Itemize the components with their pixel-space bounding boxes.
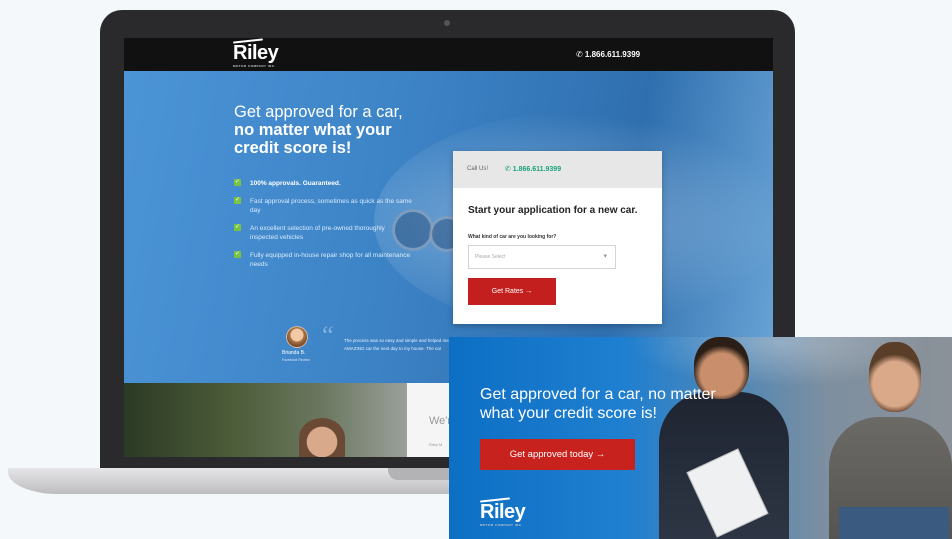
ad-title: Get approved for a car, no matter what y… [480,386,716,422]
logo-brand: Riley [480,501,526,523]
feature-item: ✓ 100% approvals. Guaranteed. [234,179,414,188]
get-approved-button[interactable]: Get approved today → [480,439,635,470]
chevron-down-icon: ▾ [603,253,607,260]
person-photo [299,418,345,457]
feature-item: ✓ Fast approval process, sometimes as qui… [234,197,414,215]
car-type-label: What kind of car are you looking for? [468,234,557,240]
hero-title-bold: no matter what your credit score is! [234,121,392,157]
ad-logo[interactable]: Riley MOTOR COMPANY INC. [479,497,526,527]
section-subtext: Riley M [429,442,443,447]
customer-head-photo [869,342,921,412]
application-form-card: Call Us! ✆ 1.866.611.9399 Start your app… [453,151,662,324]
feature-text: Fully equipped in-house repair shop for … [250,252,411,268]
feature-item: ✓ An excellent selection of pre-owned tho… [234,224,414,242]
check-icon: ✓ [234,251,241,258]
lower-photo [124,383,407,457]
call-phone-link[interactable]: ✆ 1.866.611.9399 [505,165,561,173]
call-label: Call Us! [467,166,489,172]
customer-jeans [839,507,949,539]
reviewer-name: Brianda B. [282,350,306,356]
hero-title-line: Get approved for a car, [234,103,403,121]
logo-tagline: MOTOR COMPANY INC. [480,523,523,527]
feature-text: An excellent selection of pre-owned thor… [250,225,385,241]
check-icon: ✓ [234,224,241,231]
form-title: Start your application for a new car. [468,205,638,216]
select-placeholder: Please Select [475,254,506,260]
ad-banner: Get approved for a car, no matter what y… [449,337,952,539]
site-logo[interactable]: Riley MOTOR COMPANY INC. [232,38,279,68]
car-type-select[interactable]: Please Select ▾ [468,245,616,269]
logo-brand: Riley [233,42,279,64]
reviewer-source: Facebook Review [282,358,310,362]
site-header: Riley MOTOR COMPANY INC. ✆ 1.866.611.939… [124,38,773,71]
testimonial-quote: The process was so easy and simple and h… [344,338,463,351]
feature-item: ✓ Fully equipped in-house repair shop for… [234,251,414,269]
get-rates-button[interactable]: Get Rates → [468,278,556,305]
feature-text: 100% approvals. Guaranteed. [250,180,341,187]
header-phone-link[interactable]: ✆ 1.866.611.9399 [576,50,640,59]
form-call-bar: Call Us! ✆ 1.866.611.9399 [453,151,662,188]
reviewer-avatar [286,326,308,348]
feature-text: Fast approval process, sometimes as quic… [250,198,412,214]
check-icon: ✓ [234,179,241,186]
camera-dot [444,20,450,26]
hero-title: Get approved for a car, no matter what y… [234,103,424,157]
feature-list: ✓ 100% approvals. Guaranteed. ✓ Fast appro… [234,179,414,278]
logo-tagline: MOTOR COMPANY INC. [233,64,276,68]
check-icon: ✓ [234,197,241,204]
quote-icon: “ [322,321,334,350]
